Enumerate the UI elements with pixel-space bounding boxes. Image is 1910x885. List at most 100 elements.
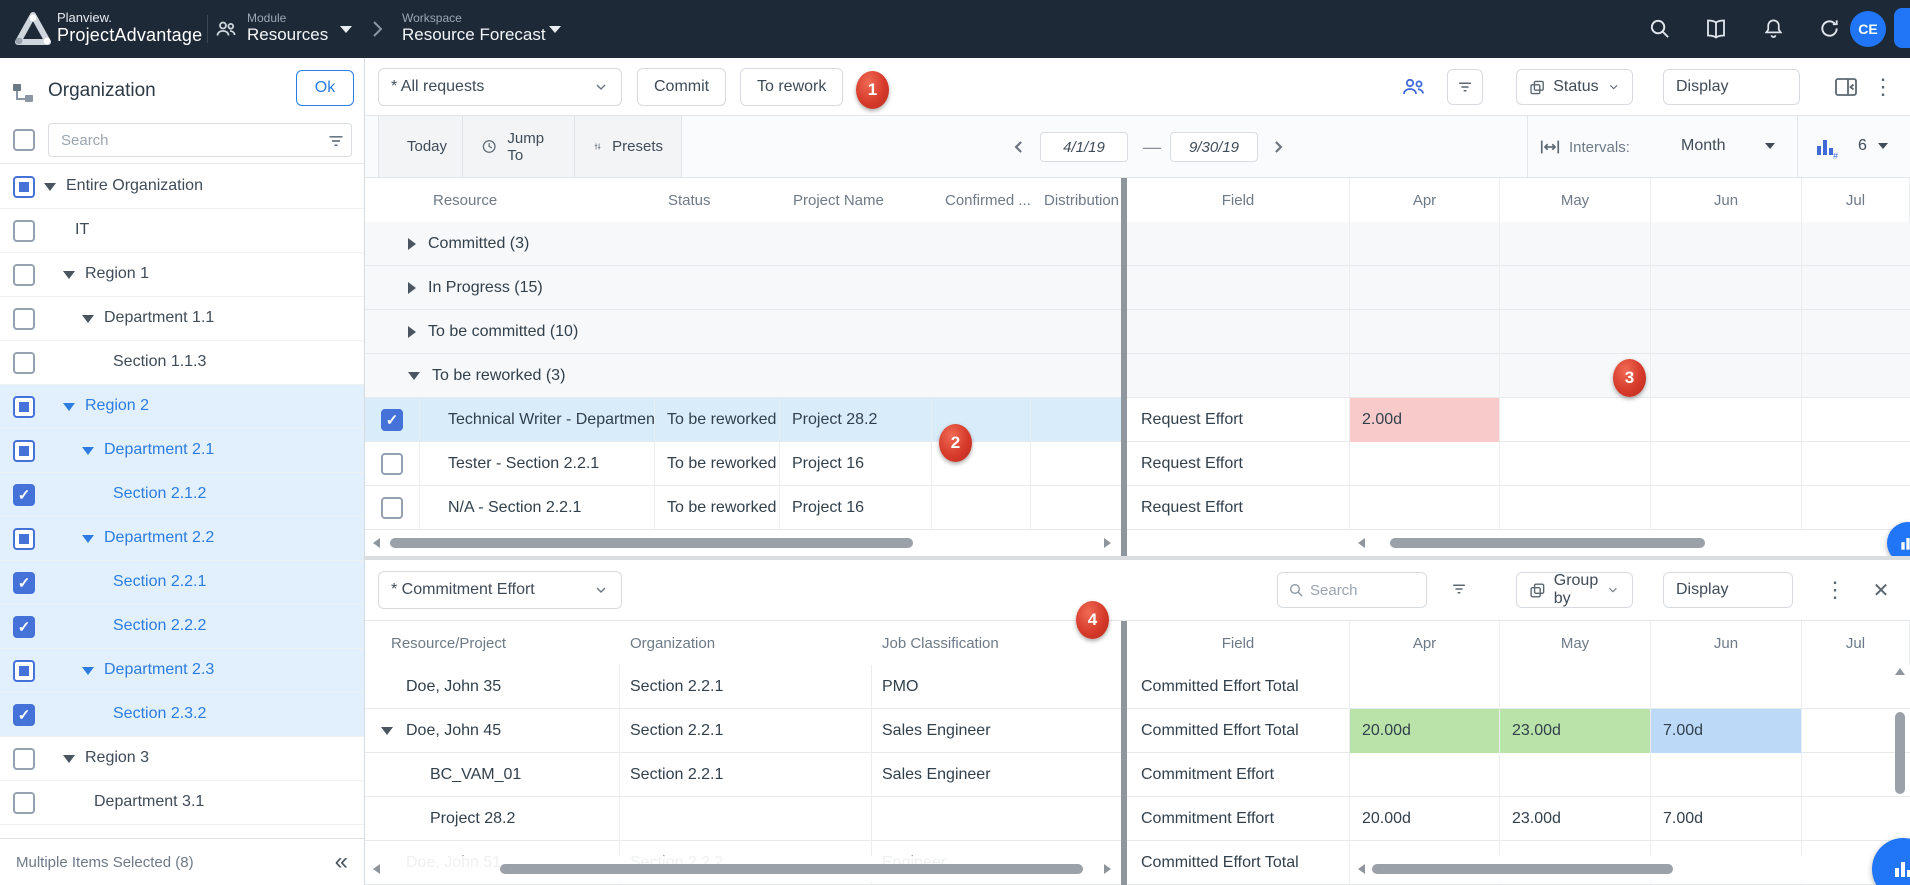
caret-down-icon[interactable] (63, 755, 75, 763)
tree-item-region-2[interactable]: Region 2 (0, 385, 364, 429)
cell-month-may[interactable]: 23.00d (1500, 709, 1651, 753)
jump-to-button[interactable]: Jump To (463, 116, 575, 177)
group-period-row[interactable] (1127, 266, 1910, 310)
cell-month-apr[interactable] (1350, 486, 1500, 530)
cell-project-name[interactable]: Project 28.2 (780, 398, 932, 442)
cell-job-classification[interactable] (872, 797, 1121, 841)
caret-down-icon[interactable] (44, 183, 56, 191)
cell-month-jun[interactable]: 7.00d (1651, 709, 1802, 753)
group-by-dropdown[interactable]: Group by (1516, 572, 1633, 608)
bottom-view-selector-dropdown[interactable]: * Commitment Effort (378, 571, 622, 609)
workspace-caret-down-icon[interactable] (549, 26, 561, 33)
more-options-kebab-icon[interactable]: ⋮ (1827, 577, 1843, 603)
notifications-bell-icon[interactable] (1762, 17, 1786, 41)
to-rework-button[interactable]: To rework (740, 68, 843, 106)
tree-item-department-3-1[interactable]: Department 3.1 (0, 781, 364, 825)
horizontal-scrollbar[interactable] (368, 530, 1116, 556)
cell-resource-project[interactable]: Project 28.2 (365, 797, 620, 841)
group-period-row[interactable] (1127, 222, 1910, 266)
group-row-in-progress-15[interactable]: In Progress (15) (365, 266, 1121, 310)
close-panel-icon[interactable]: ✕ (1870, 579, 1892, 601)
bottom-display-button[interactable]: Display (1663, 572, 1793, 608)
end-date-input[interactable] (1170, 132, 1258, 162)
period-row-request-effort[interactable]: Request Effort2.00d (1127, 398, 1910, 442)
cell-resource-project[interactable]: Doe, John 45 (365, 709, 620, 753)
group-period-row[interactable] (1127, 354, 1910, 398)
presets-button[interactable]: Presets (575, 116, 682, 177)
tree-item-department-2-3[interactable]: Department 2.3 (0, 649, 364, 693)
cell-month-may[interactable] (1500, 398, 1651, 442)
tree-item-section-2-2-1[interactable]: ✓Section 2.2.1 (0, 561, 364, 605)
cell-resource[interactable]: N/A - Section 2.2.1 (420, 486, 655, 530)
tree-checkbox[interactable] (13, 308, 35, 330)
interval-count-value[interactable]: 6 (1858, 137, 1867, 155)
cell-organization[interactable]: Section 2.2.1 (620, 665, 872, 709)
tree-item-department-2-1[interactable]: Department 2.1 (0, 429, 364, 473)
cell-month-apr[interactable] (1350, 442, 1500, 486)
cell-project-name[interactable]: Project 16 (780, 486, 932, 530)
resource-row-doe-john-45[interactable]: Doe, John 45Section 2.2.1Sales Engineer (365, 709, 1121, 753)
tree-checkbox[interactable] (13, 748, 35, 770)
cell-organization[interactable]: Section 2.2.1 (620, 709, 872, 753)
tree-item-it[interactable]: IT (0, 209, 364, 253)
resource-assignment-icon[interactable] (1400, 75, 1428, 99)
caret-down-icon[interactable] (82, 447, 94, 455)
horizontal-scrollbar[interactable] (368, 856, 1116, 882)
cell-month-jul[interactable] (1802, 398, 1910, 442)
cell-month-apr[interactable]: 2.00d (1350, 398, 1500, 442)
caret-right-icon[interactable] (408, 238, 416, 250)
cell-month-jun[interactable] (1651, 665, 1802, 709)
commit-button[interactable]: Commit (637, 68, 726, 106)
cell-distribution[interactable] (1031, 486, 1121, 530)
cell-month-may[interactable] (1500, 442, 1651, 486)
row-checkbox[interactable] (381, 497, 403, 519)
tree-checkbox[interactable] (13, 440, 35, 462)
tree-item-department-1-1[interactable]: Department 1.1 (0, 297, 364, 341)
group-row-to-be-committed-10[interactable]: To be committed (10) (365, 310, 1121, 354)
module-selector[interactable]: Module Resources (247, 11, 328, 45)
tree-checkbox[interactable] (13, 264, 35, 286)
group-row-to-be-reworked-3[interactable]: To be reworked (3) (365, 354, 1121, 398)
tree-item-section-2-1-2[interactable]: ✓Section 2.1.2 (0, 473, 364, 517)
caret-down-icon[interactable] (82, 315, 94, 323)
cell-organization[interactable] (620, 797, 872, 841)
horizontal-scrollbar[interactable] (1353, 856, 1906, 882)
tree-item-region-3[interactable]: Region 3 (0, 737, 364, 781)
resource-row-project-28-2[interactable]: Project 28.2 (365, 797, 1121, 841)
previous-period-icon[interactable] (1009, 135, 1029, 159)
cell-status[interactable]: To be reworked (655, 486, 780, 530)
module-caret-down-icon[interactable] (340, 26, 352, 33)
cell-month-jul[interactable] (1802, 442, 1910, 486)
period-row-committed-effort-total[interactable]: Committed Effort Total20.00d23.00d7.00d (1127, 709, 1910, 753)
cell-month-jun[interactable] (1651, 753, 1802, 797)
collapse-sidebar-icon[interactable]: « (335, 852, 348, 872)
cell-month-jun[interactable] (1651, 486, 1802, 530)
tree-checkbox[interactable] (13, 176, 35, 198)
filter-icon[interactable] (1447, 577, 1471, 601)
interval-unit-caret-icon[interactable] (1765, 143, 1775, 149)
more-options-kebab-icon[interactable]: ⋮ (1875, 74, 1891, 100)
start-date-input[interactable] (1040, 132, 1128, 162)
cell-job-classification[interactable]: Sales Engineer (872, 709, 1121, 753)
cell-status[interactable]: To be reworked (655, 442, 780, 486)
group-period-row[interactable] (1127, 310, 1910, 354)
tree-item-entire-organization[interactable]: Entire Organization (0, 165, 364, 209)
status-dropdown[interactable]: Status (1516, 69, 1633, 105)
select-all-checkbox[interactable] (13, 129, 35, 151)
group-row-committed-3[interactable]: Committed (3) (365, 222, 1121, 266)
cell-month-may[interactable]: 23.00d (1500, 797, 1651, 841)
edge-panel-tab[interactable] (1894, 8, 1910, 48)
cell-month-jun[interactable] (1651, 398, 1802, 442)
caret-down-icon[interactable] (82, 667, 94, 675)
tree-item-region-1[interactable]: Region 1 (0, 253, 364, 297)
cell-resource-project[interactable]: BC_VAM_01 (365, 753, 620, 797)
cell-job-classification[interactable]: PMO (872, 665, 1121, 709)
tree-checkbox[interactable] (13, 528, 35, 550)
cell-resource-project[interactable]: Doe, John 35 (365, 665, 620, 709)
cell-month-apr[interactable] (1350, 753, 1500, 797)
filter-icon-button[interactable] (1447, 69, 1483, 105)
display-button[interactable]: Display (1663, 69, 1800, 105)
bottom-search-input[interactable] (1310, 582, 1410, 599)
view-selector-dropdown[interactable]: * All requests (378, 68, 622, 106)
cell-distribution[interactable] (1031, 398, 1121, 442)
